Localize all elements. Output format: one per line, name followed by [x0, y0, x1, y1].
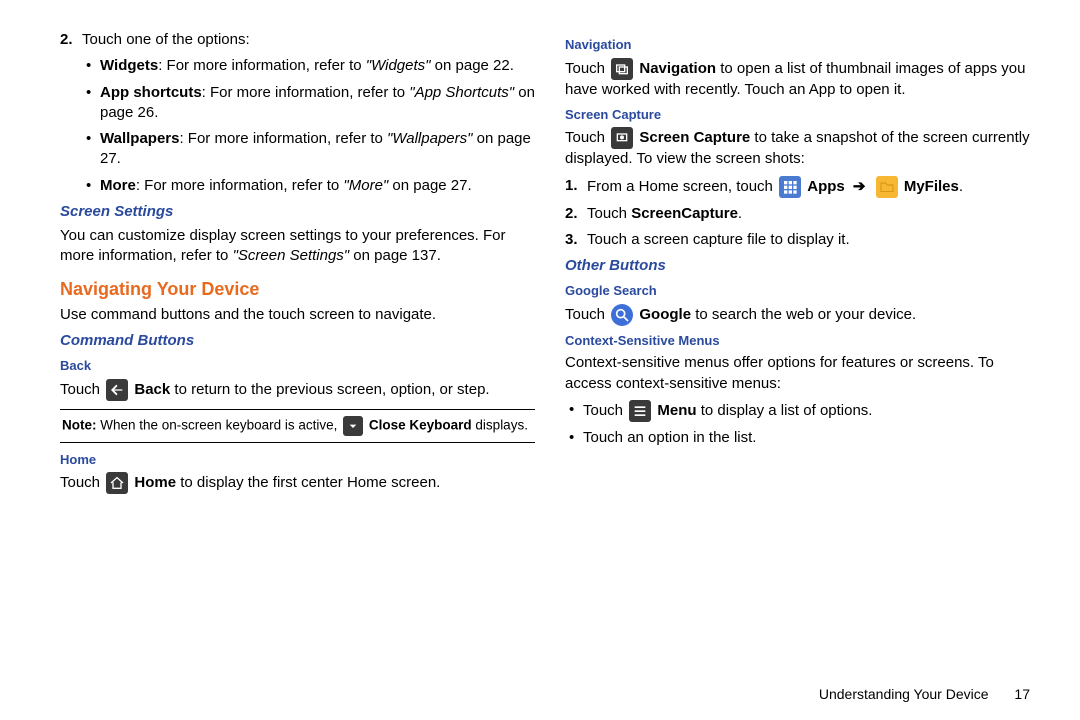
- google-icon: [611, 304, 633, 326]
- screen-settings-heading: Screen Settings: [60, 202, 535, 222]
- screen-capture-body: Touch Screen Capture to take a snapshot …: [565, 127, 1040, 169]
- navigation-icon: [611, 58, 633, 80]
- screen-capture-steps: From a Home screen, touch Apps ➔ MyFiles…: [565, 176, 1040, 251]
- command-buttons-heading: Command Buttons: [60, 331, 535, 351]
- context-list: Touch Menu to display a list of options.…: [565, 400, 1040, 448]
- context-menus-heading: Context-Sensitive Menus: [565, 332, 1040, 350]
- navigation-heading: Navigation: [565, 36, 1040, 54]
- navigating-heading: Navigating Your Device: [60, 277, 535, 301]
- note-box: Note: When the on-screen keyboard is act…: [60, 409, 535, 443]
- sc-step-3: Touch a screen capture file to display i…: [587, 230, 1040, 250]
- option-app-shortcuts: App shortcuts: For more information, ref…: [100, 83, 535, 124]
- screen-capture-icon: [611, 127, 633, 149]
- option-wallpapers: Wallpapers: For more information, refer …: [100, 129, 535, 170]
- footer-page-number: 17: [1014, 686, 1030, 702]
- left-column: Touch one of the options: Widgets: For m…: [60, 30, 535, 500]
- footer-section: Understanding Your Device: [819, 686, 989, 702]
- page-footer: Understanding Your Device 17: [819, 686, 1030, 702]
- option-widgets: Widgets: For more information, refer to …: [100, 56, 535, 76]
- google-search-heading: Google Search: [565, 282, 1040, 300]
- back-icon: [106, 379, 128, 401]
- sc-step-2: Touch ScreenCapture.: [587, 204, 1040, 224]
- close-keyboard-icon: [343, 416, 363, 436]
- folder-icon: [876, 176, 898, 198]
- sc-step-1: From a Home screen, touch Apps ➔ MyFiles…: [587, 176, 1040, 198]
- apps-icon: [779, 176, 801, 198]
- option-more: More: For more information, refer to "Mo…: [100, 176, 535, 196]
- back-body: Touch Back to return to the previous scr…: [60, 379, 535, 401]
- home-body: Touch Home to display the first center H…: [60, 472, 535, 494]
- back-heading: Back: [60, 357, 535, 375]
- home-heading: Home: [60, 451, 535, 469]
- other-buttons-heading: Other Buttons: [565, 256, 1040, 276]
- screen-capture-heading: Screen Capture: [565, 106, 1040, 124]
- step-2-intro: Touch one of the options:: [82, 31, 250, 48]
- context-item-2: Touch an option in the list.: [583, 428, 1040, 448]
- navigation-body: Touch Navigation to open a list of thumb…: [565, 58, 1040, 100]
- context-item-1: Touch Menu to display a list of options.: [583, 400, 1040, 422]
- home-icon: [106, 472, 128, 494]
- step-2: Touch one of the options: Widgets: For m…: [82, 30, 535, 196]
- navigating-body: Use command buttons and the touch screen…: [60, 305, 535, 325]
- context-body: Context-sensitive menus offer options fo…: [565, 353, 1040, 394]
- google-body: Touch Google to search the web or your d…: [565, 304, 1040, 326]
- menu-icon: [629, 400, 651, 422]
- screen-settings-body: You can customize display screen setting…: [60, 226, 535, 267]
- right-column: Navigation Touch Navigation to open a li…: [565, 30, 1040, 500]
